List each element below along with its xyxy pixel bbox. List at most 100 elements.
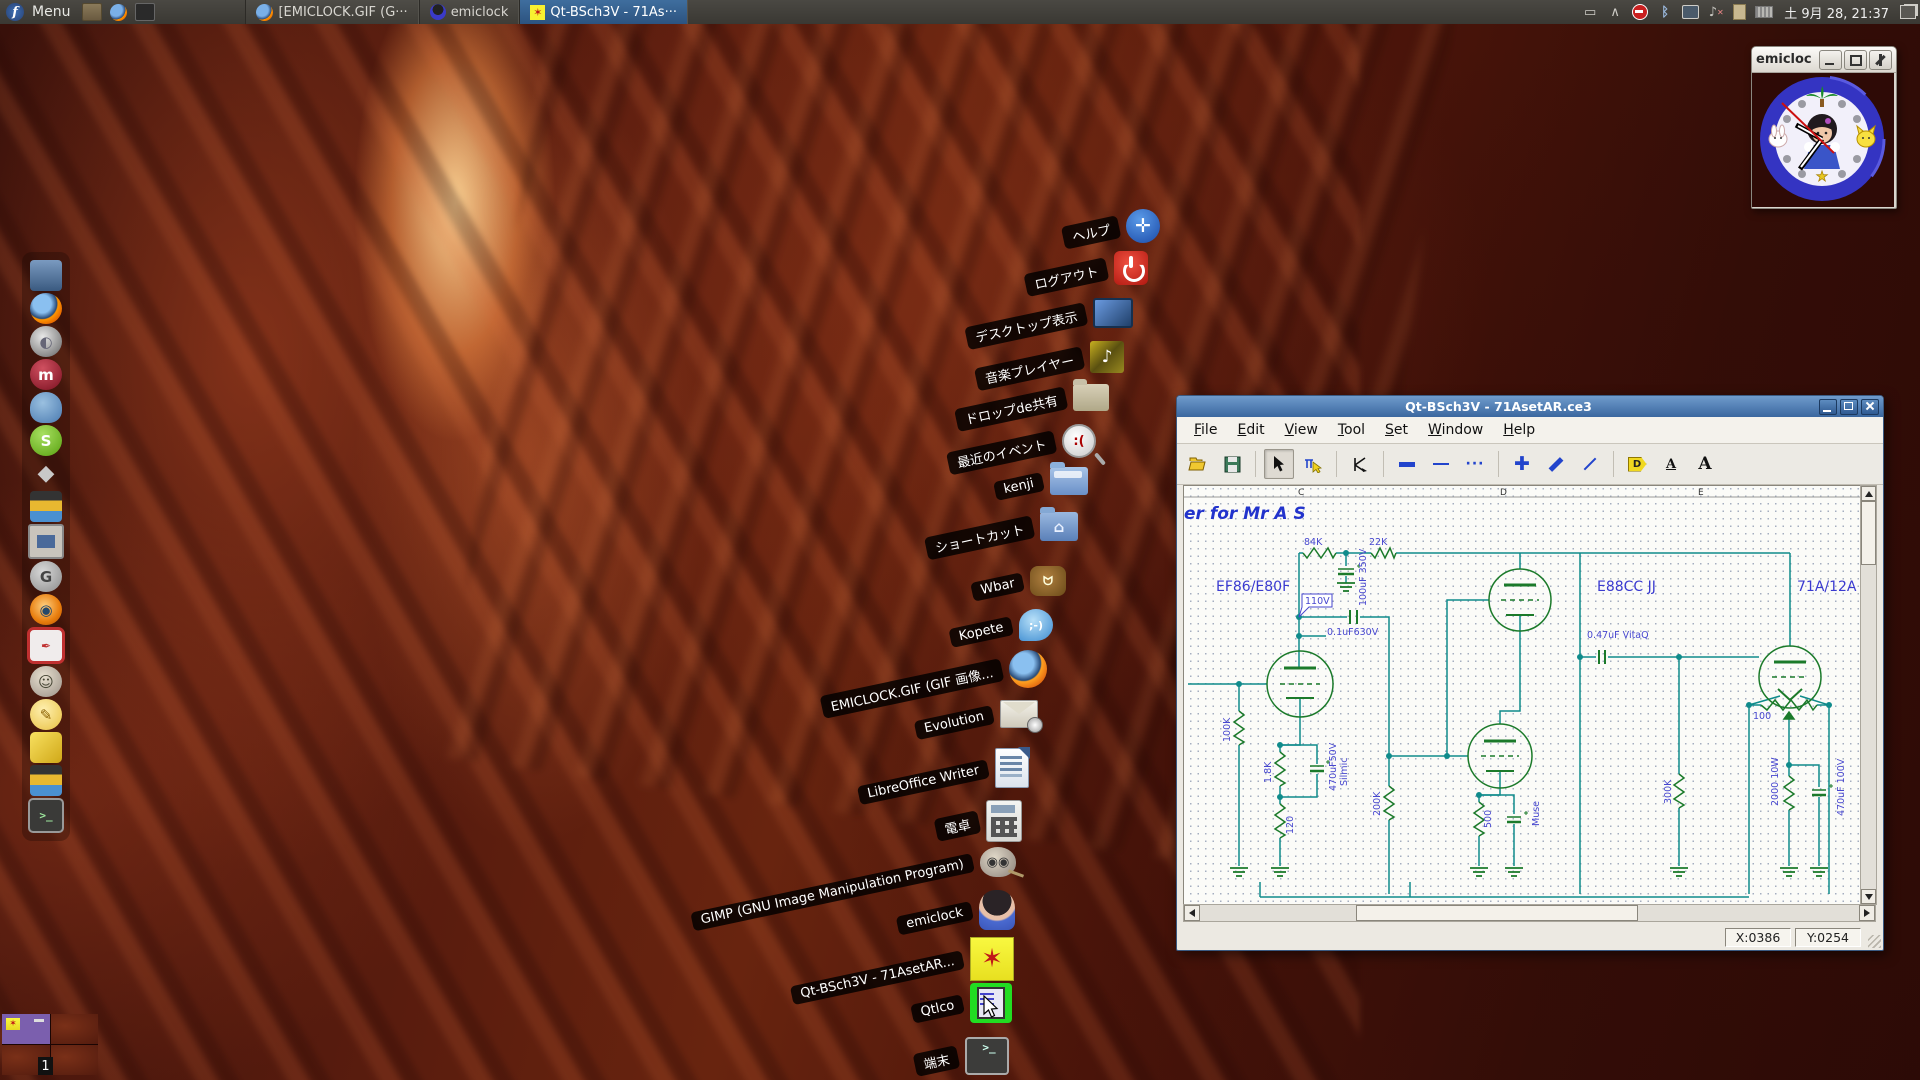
- desktop-icon-kenji[interactable]: kenji: [994, 467, 1088, 495]
- dock-icon-paint[interactable]: ✎: [30, 699, 62, 730]
- workspace-2[interactable]: [51, 1014, 99, 1044]
- display-icon[interactable]: [1682, 5, 1699, 19]
- desktop-icon-emiclock-app[interactable]: emiclock: [896, 890, 1015, 930]
- dock-icon-gimp[interactable]: ☺: [30, 666, 62, 697]
- window-switcher-icon[interactable]: [1900, 5, 1916, 19]
- minimize-button[interactable]: [1819, 50, 1842, 70]
- wire-tool-button[interactable]: [1345, 449, 1375, 479]
- maximize-button[interactable]: [1840, 399, 1858, 415]
- firefox-task-icon: [256, 4, 273, 21]
- dock-icon-screen-settings[interactable]: [28, 524, 64, 559]
- volume-muted-icon[interactable]: ♪✕: [1708, 4, 1724, 20]
- desktop-icon-emiclock-gif[interactable]: EMICLOCK.GIF (GIF 画像...: [818, 650, 1047, 688]
- window-restore-icon[interactable]: ▭: [1582, 4, 1598, 20]
- select-tool-button[interactable]: [1264, 449, 1294, 479]
- task-emiclock[interactable]: emiclock: [419, 0, 520, 24]
- resize-grip[interactable]: [1868, 935, 1881, 948]
- maximize-button[interactable]: [1844, 50, 1867, 70]
- emiclock-titlebar[interactable]: emicloc: [1752, 47, 1896, 73]
- menu-help[interactable]: Help: [1494, 420, 1544, 440]
- junction-button[interactable]: ✚: [1507, 449, 1537, 479]
- bluetooth-icon[interactable]: ᛒ: [1657, 4, 1673, 20]
- dock-icon-file-manager[interactable]: [30, 260, 62, 291]
- desktop-icon-terminal[interactable]: 端末 >_: [914, 1037, 1009, 1075]
- label-flag-button[interactable]: [1622, 449, 1652, 479]
- file-manager-launcher-icon[interactable]: [82, 3, 102, 21]
- menu-view[interactable]: View: [1276, 420, 1327, 440]
- firefox-launcher-icon[interactable]: [110, 4, 127, 21]
- dock-icon-emacs-gnu[interactable]: G: [30, 561, 62, 592]
- desktop-icon-evolution[interactable]: Evolution: [914, 700, 1038, 728]
- menu-edit[interactable]: Edit: [1228, 420, 1273, 440]
- dashed-line-button[interactable]: ···: [1460, 449, 1490, 479]
- small-text-button[interactable]: [1656, 449, 1686, 479]
- scroll-right-arrow[interactable]: [1859, 905, 1875, 921]
- close-button[interactable]: [1861, 399, 1879, 415]
- dock-icon-bluefish[interactable]: [30, 392, 62, 423]
- task-emiclock-gif[interactable]: [EMICLOCK.GIF (G···: [245, 0, 418, 24]
- large-text-button[interactable]: [1690, 449, 1720, 479]
- desktop-icon-drop-share[interactable]: ドロップde共有: [954, 384, 1109, 411]
- dock-icon-inkscape[interactable]: ◆: [30, 458, 62, 489]
- desktop-icon-music-player[interactable]: 音楽プレイヤー ♪: [974, 341, 1124, 373]
- desktop-icon-wbar[interactable]: Wbar ᗢ: [971, 566, 1066, 596]
- scroll-down-arrow[interactable]: [1861, 889, 1876, 904]
- desktop-icon-logout[interactable]: ログアウト: [1024, 251, 1148, 285]
- horizontal-scroll-thumb[interactable]: [1356, 905, 1638, 921]
- open-file-button[interactable]: [1183, 449, 1213, 479]
- desktop-icon-qtbsch3v[interactable]: Qt-BSch3V - 71AsetAR... ✶: [788, 937, 1014, 981]
- vertical-scroll-thumb[interactable]: [1861, 501, 1876, 565]
- minimize-button[interactable]: [1819, 399, 1837, 415]
- dock-icon-firefox-nightly[interactable]: [30, 293, 62, 324]
- dock-icon-media-player[interactable]: m: [30, 359, 62, 390]
- scroll-left-arrow[interactable]: [1184, 905, 1200, 921]
- qt-titlebar[interactable]: Qt-BSch3V - 71AsetAR.ce3: [1177, 396, 1883, 417]
- no-entry-status-icon[interactable]: [1632, 4, 1648, 20]
- workspace-4[interactable]: [51, 1045, 99, 1075]
- dock-icon-web-browser[interactable]: ◐: [30, 326, 62, 357]
- desktop-icon-kopete[interactable]: Kopete ;-): [949, 609, 1053, 641]
- dock-icon-movie-editor[interactable]: [30, 765, 62, 796]
- horizontal-scrollbar[interactable]: [1183, 904, 1876, 922]
- help-icon: ✛: [1126, 209, 1160, 243]
- keyboard-layout-icon[interactable]: [1755, 6, 1773, 18]
- menu-window[interactable]: Window: [1419, 420, 1492, 440]
- vertical-scrollbar[interactable]: [1860, 485, 1877, 905]
- thin-line-button[interactable]: [1426, 449, 1456, 479]
- desktop-icon-shortcut[interactable]: ショートカット ⌂: [924, 512, 1078, 541]
- dock-icon-pdf-editor[interactable]: ✒: [27, 627, 65, 664]
- clipboard-icon[interactable]: [1733, 4, 1746, 20]
- part-tool-button[interactable]: [1298, 449, 1328, 479]
- task-qtbsch3v[interactable]: ✶ Qt-BSch3V - 71As···: [519, 0, 688, 24]
- menu-tool[interactable]: Tool: [1329, 420, 1374, 440]
- fedora-logo-icon[interactable]: f: [6, 3, 24, 21]
- desktop-icon-calculator[interactable]: 電卓: [935, 800, 1022, 842]
- menu-set[interactable]: Set: [1376, 420, 1417, 440]
- save-button[interactable]: [1217, 449, 1247, 479]
- schematic-canvas[interactable]: C D E er for Mr A S: [1183, 485, 1861, 905]
- desktop-icon-help[interactable]: ヘルプ ✛: [1062, 209, 1160, 243]
- workspace-1[interactable]: ✶: [2, 1014, 50, 1044]
- desktop-icon-show-desktop[interactable]: デスクトップ表示: [964, 298, 1133, 328]
- thick-line-button[interactable]: [1392, 449, 1422, 479]
- menu-file[interactable]: File: [1185, 420, 1226, 440]
- thin-diagonal-button[interactable]: [1575, 449, 1605, 479]
- desktop-icon-writer[interactable]: LibreOffice Writer: [856, 748, 1029, 788]
- desktop-icon-recent-events[interactable]: 最近のイベント :(: [946, 424, 1096, 458]
- dock-icon-skype[interactable]: S: [30, 425, 62, 456]
- qt-statusbar: X:0386 Y:0254: [1177, 924, 1883, 950]
- mini-window: [34, 1019, 44, 1022]
- thick-diagonal-button[interactable]: [1541, 449, 1571, 479]
- mini-window-qtbsch: ✶: [6, 1018, 20, 1030]
- dock-icon-video-editor[interactable]: [30, 491, 62, 522]
- panel-clock[interactable]: 土 9月 28, 21:37: [1784, 3, 1889, 22]
- scroll-up-arrow[interactable]: [1861, 486, 1876, 501]
- menu-button[interactable]: Menu: [32, 4, 70, 20]
- close-button[interactable]: [1869, 50, 1892, 70]
- desktop-icon-gimp[interactable]: GIMP (GNU Image Manipulation Program) ◉◉: [686, 847, 1016, 877]
- terminal-launcher-icon[interactable]: [135, 3, 155, 21]
- dock-icon-blender[interactable]: ◉: [30, 594, 62, 625]
- dock-icon-office[interactable]: [30, 732, 62, 763]
- dock-icon-terminal[interactable]: >_: [28, 798, 64, 833]
- notification-chevron-icon[interactable]: ∧: [1607, 4, 1623, 20]
